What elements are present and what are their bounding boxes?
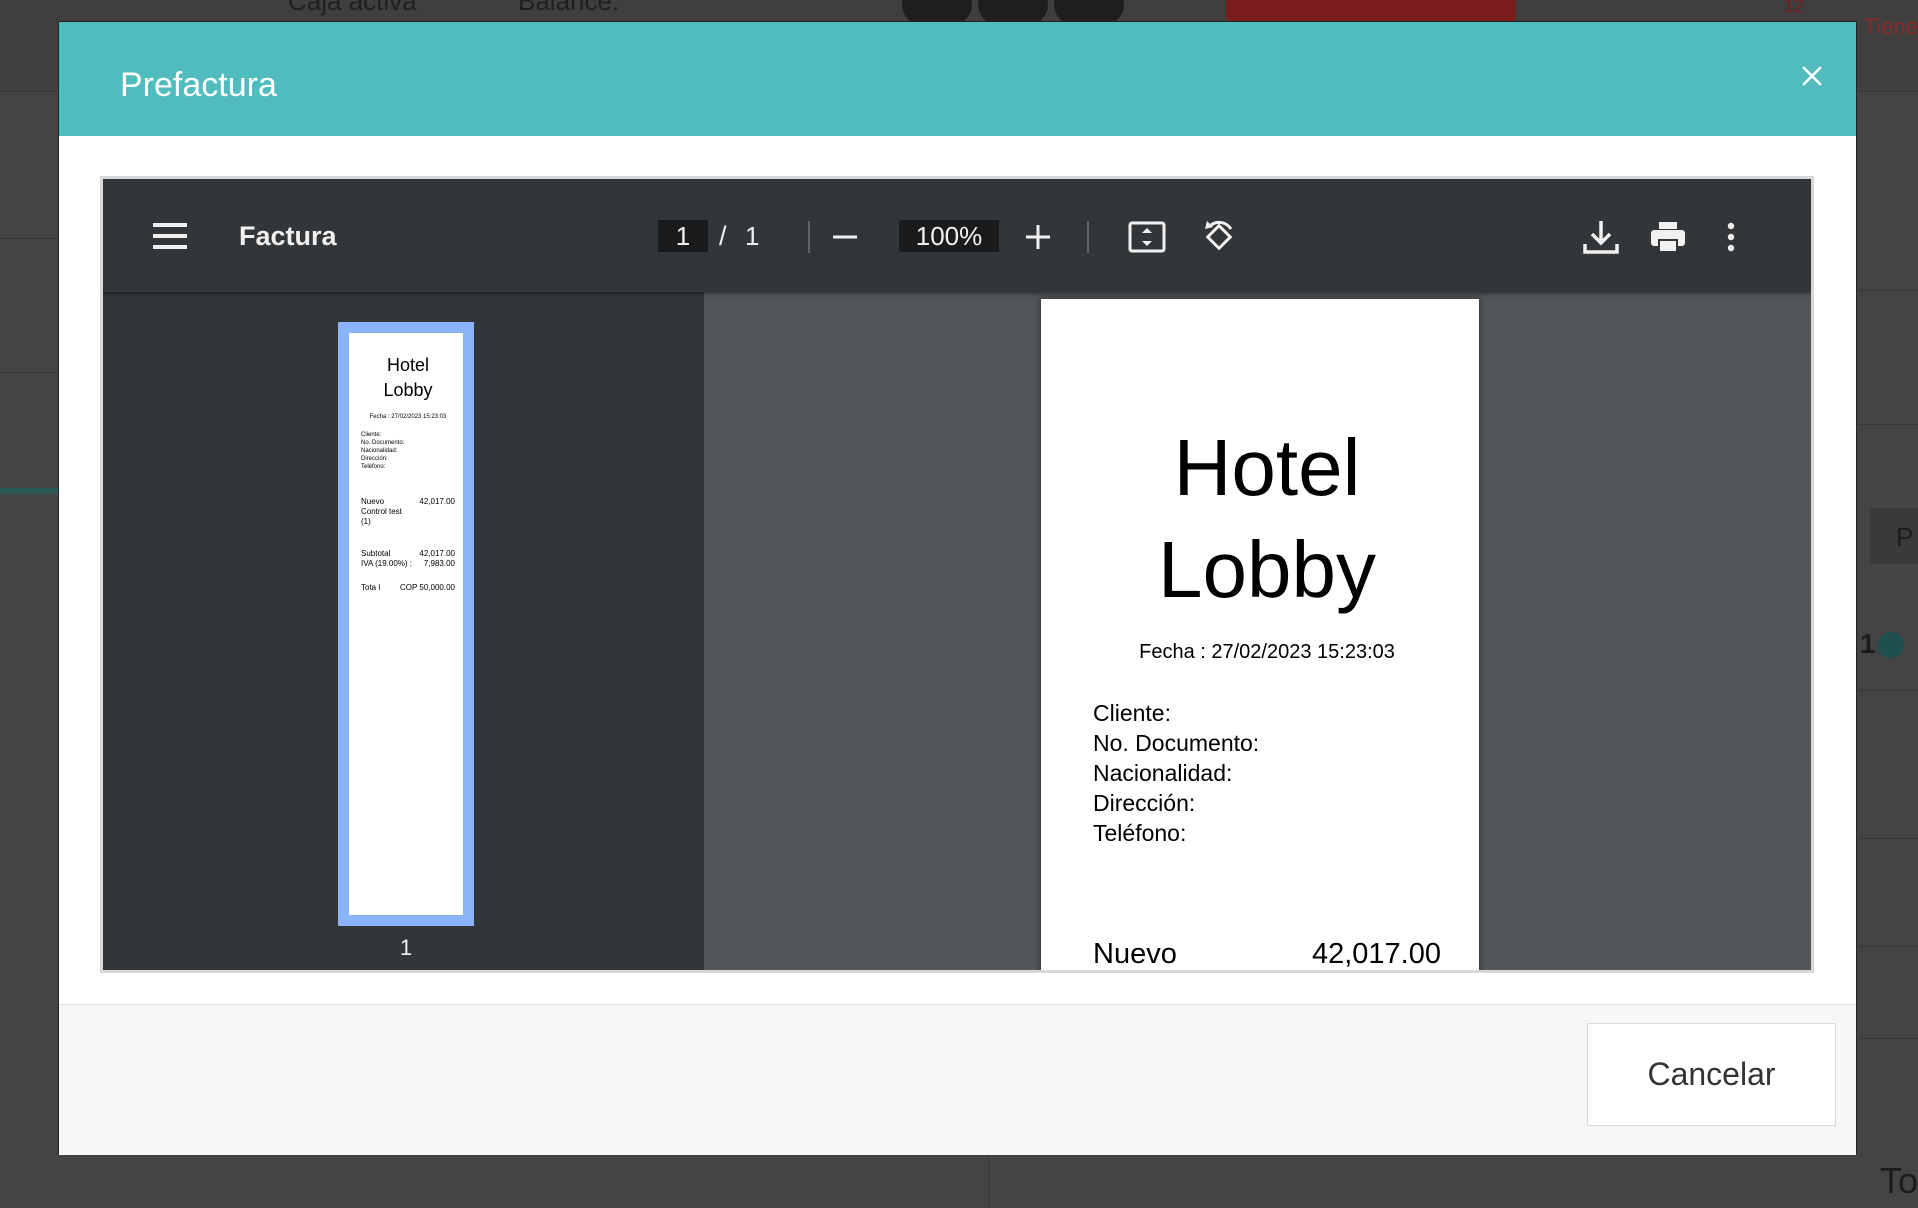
receipt-item-row: Nuevo 42,017.00	[1093, 938, 1441, 970]
modal-header: Prefactura	[59, 22, 1856, 136]
bg-right-text: Tiene	[1863, 14, 1918, 39]
bg-divider	[1858, 290, 1918, 291]
thumb-fecha: Fecha : 27/02/2023 15:23:03	[369, 414, 447, 420]
item-name: Nuevo	[1093, 938, 1177, 970]
zoom-in-button[interactable]	[1018, 217, 1058, 257]
receipt-title: Hotel Lobby	[1158, 423, 1376, 614]
close-button[interactable]	[1798, 62, 1826, 90]
modal-body: Factura 1 / 1 100% Hotel Lobby Fecha: 2…	[59, 136, 1856, 1004]
bg-balance-label: Balance:	[518, 0, 620, 16]
bg-divider	[1858, 1038, 1918, 1039]
receipt-field: Teléfono:	[1093, 820, 1187, 846]
bg-caja-label: Caja activa	[288, 0, 417, 16]
bg-bottom-text: To	[1880, 1160, 1918, 1201]
thumb-item-desc: Control test	[361, 507, 402, 516]
rotate-icon	[1205, 220, 1233, 251]
download-icon	[1583, 221, 1619, 254]
zoom-out-button[interactable]	[825, 217, 865, 257]
receipt-field: Cliente:	[1093, 700, 1171, 726]
zoom-input[interactable]: 100%	[899, 220, 999, 252]
thumbnail-page: Hotel Lobby Fecha : 27/02/2023 15:23:03 …	[349, 333, 463, 915]
bg-divider	[1858, 946, 1918, 947]
page-total: 1	[745, 221, 760, 251]
receipt-field: Nacionalidad:	[1093, 760, 1233, 786]
page-separator: /	[719, 221, 727, 251]
thumbnail-page-number: 1	[399, 935, 413, 960]
thumb-field: Dirección:	[361, 456, 388, 462]
toolbar-divider	[808, 221, 810, 253]
document-page: Hotel Lobby Fecha : 27/02/2023 15:23:03 …	[1041, 299, 1479, 970]
document-title: Factura	[239, 221, 337, 251]
minus-icon	[833, 235, 857, 239]
thumb-field: Teléfono:	[361, 464, 386, 470]
bg-side-button: P	[1870, 508, 1918, 564]
fit-page-icon	[1128, 221, 1166, 253]
fit-page-button[interactable]	[1127, 217, 1167, 257]
thumb-item-qty: (1)	[361, 517, 371, 526]
bg-divider	[0, 372, 60, 373]
menu-icon[interactable]	[153, 223, 187, 249]
bg-divider	[1858, 424, 1918, 425]
modal-footer: Cancelar	[59, 1004, 1856, 1155]
receipt-fields: Cliente: No. Documento: Nacionalidad: Di…	[1093, 698, 1441, 848]
thumb-title: Hotel Lobby	[383, 355, 433, 400]
bg-teal-bar	[0, 488, 58, 494]
print-icon	[1651, 222, 1685, 253]
plus-icon	[1026, 225, 1050, 249]
bg-badge: 12	[1784, 0, 1805, 16]
item-amount: 42,017.00	[1311, 938, 1441, 970]
bg-divider	[0, 238, 60, 239]
page-thumbnail[interactable]: Hotel Lobby Fecha : 27/02/2023 15:23:03 …	[338, 322, 474, 926]
thumb-field: No. Documento:	[361, 440, 405, 446]
receipt-field: No. Documento:	[1093, 730, 1260, 756]
bg-red-button	[1226, 0, 1516, 22]
thumb-total-row: Tota l COP 50,000.00	[361, 583, 455, 592]
receipt-fecha: Fecha : 27/02/2023 15:23:03	[1139, 641, 1395, 663]
close-icon	[1802, 66, 1822, 86]
pdf-viewer: Factura 1 / 1 100% Hotel Lobby Fecha: 2…	[100, 176, 1814, 973]
bg-count: 1	[1860, 628, 1876, 659]
thumbnail-sidebar: Hotel Lobby Fecha : 27/02/2023 15:23:03 …	[103, 292, 704, 970]
bg-divider	[1858, 690, 1918, 691]
download-button[interactable]	[1581, 217, 1621, 257]
thumb-iva-row: IVA (19.00%) : 7,983.00	[361, 559, 455, 568]
pdf-toolbar: Factura 1 / 1 100%	[103, 179, 1811, 292]
bg-plus-icon	[1878, 632, 1904, 658]
modal-title: Prefactura	[120, 66, 277, 104]
prefactura-modal: Prefactura Factura 1 / 1 100% Hotel Lobb…	[58, 21, 1857, 1155]
bg-divider	[988, 1154, 989, 1208]
thumb-item-row: Nuevo 42,017.00	[361, 497, 455, 506]
more-vert-icon	[1727, 222, 1735, 252]
print-button[interactable]	[1648, 217, 1688, 257]
rotate-button[interactable]	[1199, 217, 1239, 257]
thumb-subtotal-row: Subtotal 42,017.00	[361, 549, 455, 558]
receipt-field: Dirección:	[1093, 790, 1196, 816]
cancel-button[interactable]: Cancelar	[1587, 1023, 1836, 1126]
more-options-button[interactable]	[1711, 217, 1751, 257]
bg-divider	[1858, 838, 1918, 839]
toolbar-divider	[1087, 221, 1089, 253]
thumb-field: Nacionalidad:	[361, 448, 398, 454]
page-number-input[interactable]: 1	[658, 220, 708, 252]
thumb-field: Cliente:	[361, 432, 382, 438]
